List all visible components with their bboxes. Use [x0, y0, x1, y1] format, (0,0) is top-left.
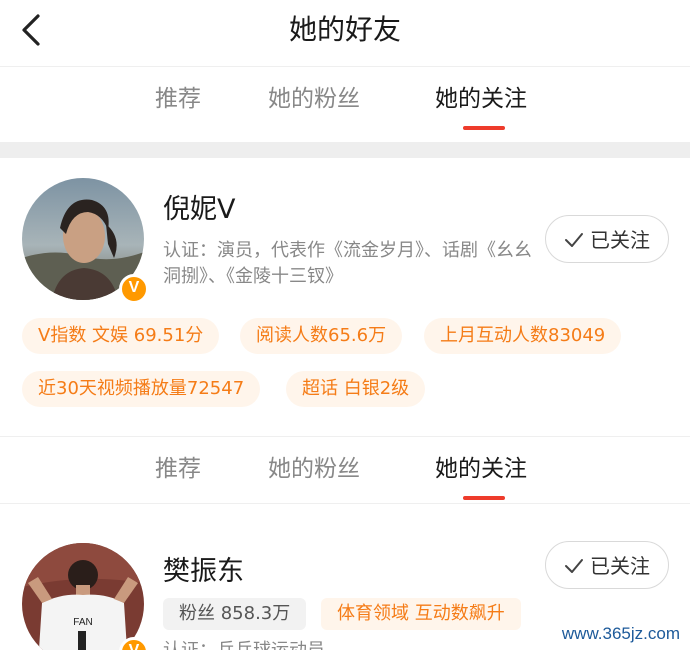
following-button-label: 已关注 [590, 554, 650, 578]
tab-her-fans[interactable]: 她的粉丝 [268, 454, 360, 484]
stat-tag[interactable]: V指数 文娱 69.51分 [22, 318, 220, 354]
tab-her-following[interactable]: 她的关注 [435, 84, 527, 114]
divider [0, 436, 690, 437]
active-tab-indicator [463, 496, 505, 500]
stat-tag[interactable]: 近30天视频播放量72547 [22, 371, 261, 407]
tab-her-fans[interactable]: 她的粉丝 [268, 84, 360, 114]
tab-bar: 推荐 她的粉丝 她的关注 [0, 436, 690, 504]
user-name[interactable]: 倪妮V [163, 192, 235, 228]
section-divider [0, 142, 690, 158]
verified-badge-icon: V [119, 274, 149, 304]
active-tab-indicator [463, 126, 505, 130]
following-button-label: 已关注 [590, 228, 650, 252]
following-button[interactable]: 已关注 [545, 215, 669, 263]
stat-tag[interactable]: 上月互动人数83049 [424, 318, 622, 354]
tab-recommend[interactable]: 推荐 [155, 84, 201, 114]
page: 她的好友 推荐 她的粉丝 她的关注 V 倪妮V 认证：演员，代表作《流金岁月》、… [0, 0, 690, 650]
verification-text: 认证：演员，代表作《流金岁月》、话剧《幺幺洞捌》、《金陵十三钗》 [163, 240, 532, 287]
divider [0, 503, 690, 504]
tab-her-following[interactable]: 她的关注 [435, 454, 527, 484]
verification-text: 认证：乒乓球运动员 [163, 638, 543, 650]
tab-bar: 推荐 她的粉丝 她的关注 [0, 66, 690, 134]
watermark: www.365jz.com [561, 624, 680, 643]
divider [0, 66, 690, 67]
super-topic-tag[interactable]: 超话 白银2级 [286, 371, 426, 407]
tab-recommend[interactable]: 推荐 [155, 454, 201, 484]
user-name[interactable]: 樊振东 [163, 554, 244, 590]
top-bar: 她的好友 [0, 0, 690, 60]
checkmark-icon [565, 233, 583, 247]
stat-tag[interactable]: 体育领域 互动数飙升 [321, 598, 521, 630]
stat-tag[interactable]: 阅读人数65.6万 [240, 318, 403, 354]
following-button[interactable]: 已关注 [545, 541, 669, 589]
svg-text:FAN: FAN [73, 617, 92, 628]
avatar[interactable]: FAN [22, 543, 144, 650]
checkmark-icon [565, 559, 583, 573]
page-title: 她的好友 [288, 13, 401, 46]
fans-count-tag[interactable]: 粉丝 858.3万 [163, 598, 307, 630]
